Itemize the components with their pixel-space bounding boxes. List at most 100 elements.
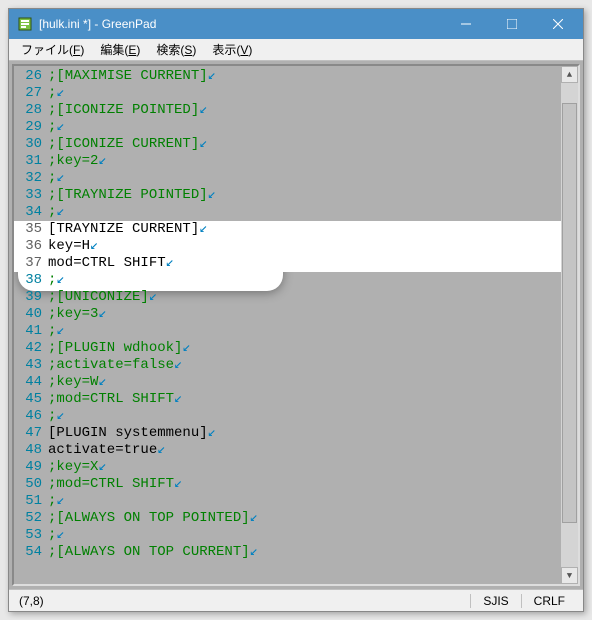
code-line[interactable]: 46;↙ [14, 408, 561, 425]
eol-mark: ↙ [157, 442, 165, 458]
line-number: 48 [14, 442, 48, 459]
editor-area: 26;[MAXIMISE CURRENT]↙27;↙28;[ICONIZE PO… [12, 64, 580, 586]
code-line[interactable]: 44;key=W↙ [14, 374, 561, 391]
code-line[interactable]: 54;[ALWAYS ON TOP CURRENT]↙ [14, 544, 561, 561]
line-content: key=H↙ [48, 238, 561, 255]
line-number: 47 [14, 425, 48, 442]
eol-mark: ↙ [208, 425, 216, 441]
line-number: 38 [14, 272, 48, 289]
line-number: 34 [14, 204, 48, 221]
code-line[interactable]: 50;mod=CTRL SHIFT↙ [14, 476, 561, 493]
line-number: 30 [14, 136, 48, 153]
code-line[interactable]: 26;[MAXIMISE CURRENT]↙ [14, 68, 561, 85]
code-line[interactable]: 42;[PLUGIN wdhook]↙ [14, 340, 561, 357]
scroll-up-button[interactable]: ▲ [561, 66, 578, 83]
line-content: ;↙ [48, 272, 561, 289]
scrollbar-thumb[interactable] [562, 103, 577, 523]
line-content: ;key=3↙ [48, 306, 561, 323]
eol-mark: ↙ [199, 221, 207, 237]
code-line[interactable]: 36key=H↙ [14, 238, 561, 255]
line-number: 41 [14, 323, 48, 340]
vertical-scrollbar[interactable]: ▲ ▼ [561, 66, 578, 584]
line-content: ;[TRAYNIZE POINTED]↙ [48, 187, 561, 204]
eol-mark: ↙ [98, 374, 106, 390]
code-line[interactable]: 49;key=X↙ [14, 459, 561, 476]
eol-mark: ↙ [56, 85, 64, 101]
line-content: ;[ICONIZE CURRENT]↙ [48, 136, 561, 153]
line-number: 51 [14, 493, 48, 510]
minimize-button[interactable] [443, 10, 489, 38]
maximize-button[interactable] [489, 10, 535, 38]
code-line[interactable]: 35[TRAYNIZE CURRENT]↙ [14, 221, 561, 238]
eol-mark: ↙ [98, 306, 106, 322]
code-line[interactable]: 38;↙ [14, 272, 561, 289]
titlebar[interactable]: [hulk.ini *] - GreenPad [9, 9, 583, 39]
encoding: SJIS [470, 594, 520, 608]
line-number: 45 [14, 391, 48, 408]
eol-mark: ↙ [174, 476, 182, 492]
line-content: ;↙ [48, 527, 561, 544]
line-content: ;[ALWAYS ON TOP POINTED]↙ [48, 510, 561, 527]
line-content: ;key=X↙ [48, 459, 561, 476]
line-content: ;↙ [48, 204, 561, 221]
code-line[interactable]: 52;[ALWAYS ON TOP POINTED]↙ [14, 510, 561, 527]
line-content: ;[PLUGIN wdhook]↙ [48, 340, 561, 357]
line-number: 31 [14, 153, 48, 170]
line-number: 40 [14, 306, 48, 323]
code-line[interactable]: 34;↙ [14, 204, 561, 221]
menu-view[interactable]: 表示(V) [204, 39, 260, 60]
line-number: 44 [14, 374, 48, 391]
eol-mark: ↙ [250, 510, 258, 526]
code-line[interactable]: 41;↙ [14, 323, 561, 340]
line-content: ;key=2↙ [48, 153, 561, 170]
code-line[interactable]: 30;[ICONIZE CURRENT]↙ [14, 136, 561, 153]
code-line[interactable]: 28;[ICONIZE POINTED]↙ [14, 102, 561, 119]
eol-mark: ↙ [56, 119, 64, 135]
close-button[interactable] [535, 10, 581, 38]
scrollbar-track[interactable] [561, 83, 578, 567]
line-number: 32 [14, 170, 48, 187]
line-content: ;[UNICONIZE]↙ [48, 289, 561, 306]
code-line[interactable]: 51;↙ [14, 493, 561, 510]
newline-mode: CRLF [521, 594, 577, 608]
code-line[interactable]: 43;activate=false↙ [14, 357, 561, 374]
line-content: ;mod=CTRL SHIFT↙ [48, 391, 561, 408]
code-line[interactable]: 27;↙ [14, 85, 561, 102]
line-content: ;↙ [48, 170, 561, 187]
code-line[interactable]: 29;↙ [14, 119, 561, 136]
line-number: 37 [14, 255, 48, 272]
code-line[interactable]: 39;[UNICONIZE]↙ [14, 289, 561, 306]
code-line[interactable]: 45;mod=CTRL SHIFT↙ [14, 391, 561, 408]
line-content: activate=true↙ [48, 442, 561, 459]
eol-mark: ↙ [208, 68, 216, 84]
line-number: 35 [14, 221, 48, 238]
eol-mark: ↙ [98, 459, 106, 475]
eol-mark: ↙ [199, 136, 207, 152]
line-number: 46 [14, 408, 48, 425]
code-line[interactable]: 40;key=3↙ [14, 306, 561, 323]
eol-mark: ↙ [166, 255, 174, 271]
menu-edit[interactable]: 編集(E) [92, 39, 148, 60]
line-content: ;↙ [48, 119, 561, 136]
line-number: 50 [14, 476, 48, 493]
line-number: 33 [14, 187, 48, 204]
eol-mark: ↙ [98, 153, 106, 169]
eol-mark: ↙ [149, 289, 157, 305]
code-line[interactable]: 31;key=2↙ [14, 153, 561, 170]
line-content: ;mod=CTRL SHIFT↙ [48, 476, 561, 493]
code-line[interactable]: 53;↙ [14, 527, 561, 544]
line-content: ;↙ [48, 408, 561, 425]
line-number: 53 [14, 527, 48, 544]
code-line[interactable]: 37mod=CTRL SHIFT↙ [14, 255, 561, 272]
code-line[interactable]: 47[PLUGIN systemmenu]↙ [14, 425, 561, 442]
menu-file[interactable]: ファイル(F) [13, 39, 92, 60]
code-line[interactable]: 48activate=true↙ [14, 442, 561, 459]
menubar: ファイル(F) 編集(E) 検索(S) 表示(V) [9, 39, 583, 61]
line-number: 42 [14, 340, 48, 357]
line-content: ;activate=false↙ [48, 357, 561, 374]
code-line[interactable]: 32;↙ [14, 170, 561, 187]
menu-search[interactable]: 検索(S) [148, 39, 204, 60]
code-line[interactable]: 33;[TRAYNIZE POINTED]↙ [14, 187, 561, 204]
text-editor[interactable]: 26;[MAXIMISE CURRENT]↙27;↙28;[ICONIZE PO… [14, 66, 561, 584]
scroll-down-button[interactable]: ▼ [561, 567, 578, 584]
